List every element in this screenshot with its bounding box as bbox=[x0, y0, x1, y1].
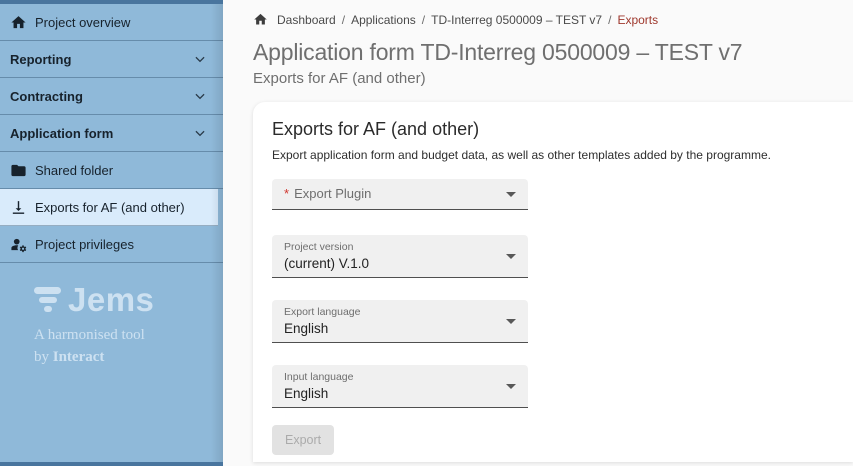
page-subtitle: Exports for AF (and other) bbox=[253, 70, 853, 87]
select-value: (current) V.1.0 bbox=[284, 256, 516, 271]
exports-card: Exports for AF (and other) Export applic… bbox=[253, 102, 853, 462]
sidebar-item-label: Contracting bbox=[10, 89, 193, 104]
sidebar-item-application-form[interactable]: Application form bbox=[0, 115, 223, 152]
sidebar-item-project-privileges[interactable]: Project privileges bbox=[0, 226, 223, 263]
chevron-down-icon bbox=[193, 126, 207, 140]
jems-logo: Jems A harmonised tool by Interact bbox=[0, 283, 223, 369]
input-language-select[interactable]: Input language English bbox=[272, 365, 528, 408]
sidebar-item-label: Project overview bbox=[35, 15, 213, 30]
page-title: Application form TD-Interreg 0500009 – T… bbox=[253, 38, 853, 67]
sidebar-nav: Project overview Reporting Contracting A… bbox=[0, 0, 223, 263]
select-label: Input language bbox=[284, 371, 516, 384]
sidebar: Project overview Reporting Contracting A… bbox=[0, 0, 223, 466]
card-heading: Exports for AF (and other) bbox=[272, 119, 829, 140]
sidebar-item-project-overview[interactable]: Project overview bbox=[0, 4, 223, 41]
required-asterisk: * bbox=[284, 186, 289, 201]
sidebar-item-label: Exports for AF (and other) bbox=[35, 200, 208, 215]
dropdown-caret-icon bbox=[506, 384, 516, 389]
dropdown-caret-icon bbox=[506, 254, 516, 259]
breadcrumb-project[interactable]: TD-Interreg 0500009 – TEST v7 bbox=[431, 13, 602, 27]
select-value: English bbox=[284, 386, 516, 401]
select-label: Project version bbox=[284, 241, 516, 254]
dropdown-caret-icon bbox=[506, 319, 516, 324]
breadcrumb-separator: / bbox=[608, 13, 611, 27]
main-content: Dashboard / Applications / TD-Interreg 0… bbox=[223, 0, 853, 466]
breadcrumb-dashboard[interactable]: Dashboard bbox=[277, 13, 336, 27]
sidebar-item-label: Shared folder bbox=[35, 163, 213, 178]
sidebar-bottom-edge bbox=[0, 462, 223, 466]
home-icon bbox=[10, 14, 27, 31]
export-plugin-select[interactable]: * Export Plugin bbox=[272, 179, 528, 210]
sidebar-top-edge bbox=[0, 0, 223, 4]
sidebar-item-contracting[interactable]: Contracting bbox=[0, 78, 223, 115]
chevron-down-icon bbox=[193, 52, 207, 66]
breadcrumb-separator: / bbox=[342, 13, 345, 27]
card-description: Export application form and budget data,… bbox=[272, 148, 829, 162]
folder-icon bbox=[10, 162, 27, 179]
sidebar-item-reporting[interactable]: Reporting bbox=[0, 41, 223, 78]
sidebar-item-label: Project privileges bbox=[35, 237, 213, 252]
manage-accounts-icon bbox=[10, 236, 27, 253]
download-icon bbox=[10, 199, 27, 216]
breadcrumb-applications[interactable]: Applications bbox=[351, 13, 416, 27]
export-language-select[interactable]: Export language English bbox=[272, 300, 528, 343]
sidebar-item-label: Reporting bbox=[10, 52, 193, 67]
sidebar-item-label: Application form bbox=[10, 126, 193, 141]
breadcrumb-separator: / bbox=[422, 13, 425, 27]
project-version-select[interactable]: Project version (current) V.1.0 bbox=[272, 235, 528, 278]
home-icon[interactable] bbox=[253, 12, 268, 27]
jems-logo-icon bbox=[34, 287, 61, 312]
app-root: Project overview Reporting Contracting A… bbox=[0, 0, 853, 466]
breadcrumb-exports[interactable]: Exports bbox=[617, 13, 658, 27]
select-label: Export language bbox=[284, 306, 516, 319]
chevron-down-icon bbox=[193, 89, 207, 103]
brand-tagline: A harmonised tool by Interact bbox=[34, 325, 223, 369]
sidebar-item-exports-for-af[interactable]: Exports for AF (and other) bbox=[0, 189, 218, 226]
dropdown-caret-icon bbox=[506, 192, 516, 197]
sidebar-item-shared-folder[interactable]: Shared folder bbox=[0, 152, 223, 189]
export-button[interactable]: Export bbox=[272, 425, 334, 455]
select-label: Export Plugin bbox=[294, 186, 371, 201]
breadcrumb: Dashboard / Applications / TD-Interreg 0… bbox=[253, 11, 853, 28]
brand-name: Jems bbox=[68, 283, 154, 316]
select-value: English bbox=[284, 321, 516, 336]
